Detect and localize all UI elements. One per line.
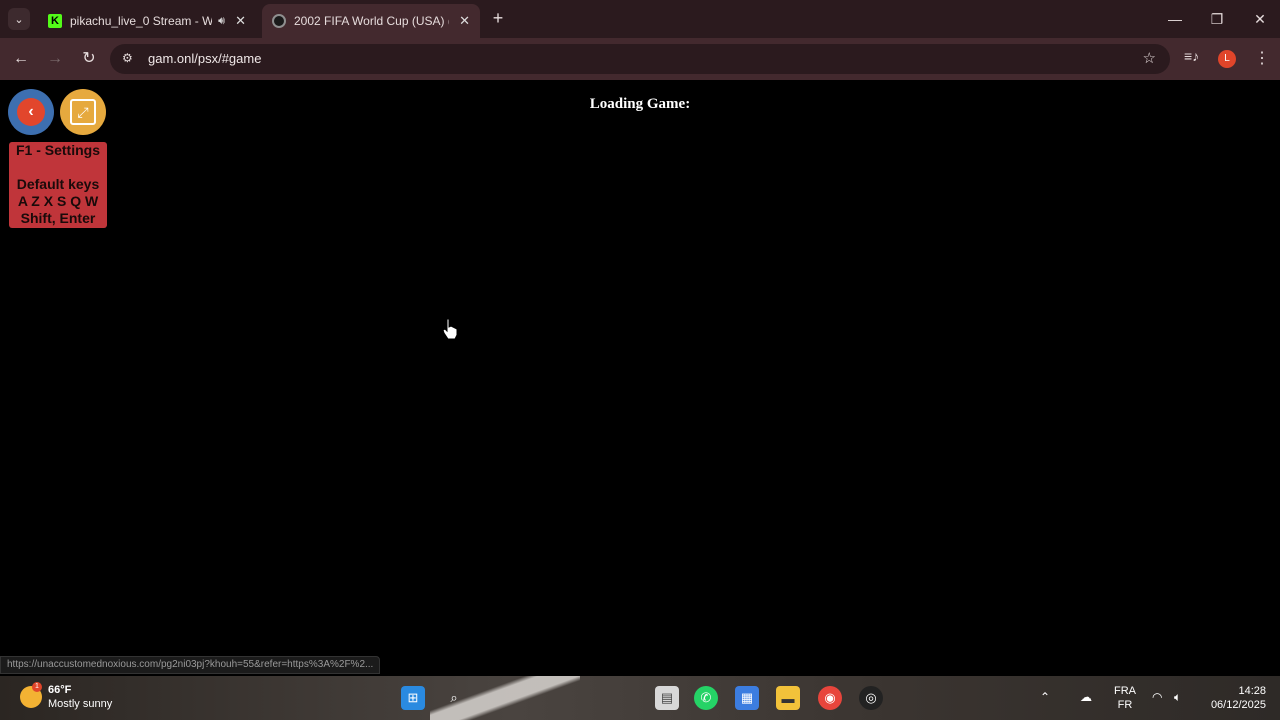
tab-fifa-game[interactable]: 2002 FIFA World Cup (USA) (En ✕	[262, 4, 480, 38]
clock[interactable]: 14:28 06/12/2025	[1204, 684, 1266, 712]
search-icon[interactable]: ⌕	[442, 686, 466, 710]
expand-icon: ⤢	[70, 99, 96, 125]
bookmark-star-icon[interactable]: ☆	[1143, 49, 1156, 67]
close-icon[interactable]: ✕	[459, 13, 470, 29]
hand-cursor-icon	[442, 318, 458, 340]
weather-condition[interactable]: Mostly sunny	[48, 698, 112, 710]
cloud-icon[interactable]: ☁	[1080, 690, 1092, 704]
file-explorer-icon[interactable]: ▬	[776, 686, 800, 710]
chevron-left-icon: ‹	[17, 98, 45, 126]
chevron-up-icon[interactable]: ⌃	[1040, 690, 1050, 704]
back-arrow-icon[interactable]: ←	[9, 48, 33, 70]
language-indicator[interactable]: FRA FR	[1114, 684, 1136, 712]
avatar[interactable]: L	[1218, 50, 1236, 68]
kick-icon: K	[48, 14, 62, 28]
keys-line-1: A Z X S Q W	[17, 193, 99, 209]
url-text[interactable]: gam.onl/psx/#game	[148, 51, 261, 66]
tab-title: pikachu_live_0 Stream - Wa	[70, 14, 213, 28]
game-page: Loading Game: ‹ ⤢ F1 - Settings Default …	[0, 80, 1280, 676]
obs-icon[interactable]: ◎	[859, 686, 883, 710]
close-icon[interactable]: ✕	[235, 13, 246, 29]
chevron-down-icon: ⌄	[14, 13, 24, 26]
back-button[interactable]: ‹	[8, 89, 54, 135]
media-controls-icon[interactable]: ≡♪	[1184, 48, 1204, 70]
browser-toolbar: ← → ↻ ⚙ gam.onl/psx/#game ☆ ≡♪ L ⋮	[0, 38, 1280, 80]
forward-arrow-icon[interactable]: →	[43, 48, 67, 70]
weather-temp[interactable]: 66°F	[48, 684, 71, 696]
time: 14:28	[1238, 685, 1266, 697]
weather-badge: 1	[32, 682, 42, 692]
taskbar: 1 66°F Mostly sunny ⊞ ⌕ ▤ ✆ ▦ ▬ ◉ ◎ ⌃ ☁ …	[0, 676, 1280, 720]
new-tab-button[interactable]: +	[488, 8, 508, 30]
tab-kick-stream[interactable]: K pikachu_live_0 Stream - Wa 🔊︎ ✕	[38, 4, 256, 38]
keys-panel[interactable]: F1 - Settings Default keys A Z X S Q W S…	[9, 142, 107, 228]
tab-bar: ⌄ K pikachu_live_0 Stream - Wa 🔊︎ ✕ 2002…	[0, 0, 1280, 38]
lang-bottom: FR	[1117, 699, 1133, 711]
keys-line-2: Shift, Enter	[20, 210, 96, 226]
reload-icon[interactable]: ↻	[77, 48, 101, 70]
wifi-icon[interactable]: ◠	[1152, 690, 1162, 704]
notes-icon[interactable]: ▤	[655, 686, 679, 710]
fullscreen-button[interactable]: ⤢	[60, 89, 106, 135]
site-settings-icon[interactable]: ⚙	[122, 51, 138, 67]
address-bar[interactable]: ⚙ gam.onl/psx/#game ☆	[110, 44, 1170, 74]
date: 06/12/2025	[1210, 699, 1266, 711]
globe-icon	[272, 14, 286, 28]
windows-start-icon[interactable]: ⊞	[401, 686, 425, 710]
whatsapp-icon[interactable]: ✆	[694, 686, 718, 710]
settings-label: F1 - Settings	[15, 142, 100, 158]
tab-title: 2002 FIFA World Cup (USA) (En	[294, 14, 449, 28]
speaker-icon[interactable]: 🔊︎	[218, 15, 225, 28]
loading-text: Loading Game:	[589, 96, 691, 112]
menu-dots-icon[interactable]: ⋮	[1252, 48, 1272, 70]
minimize-button[interactable]: —	[1160, 8, 1190, 30]
window-close-button[interactable]: ✕	[1245, 8, 1275, 30]
tab-search-button[interactable]: ⌄	[8, 8, 30, 30]
store-icon[interactable]: ▦	[735, 686, 759, 710]
default-keys-title: Default keys	[16, 176, 100, 192]
restore-button[interactable]: ❐	[1202, 8, 1232, 30]
volume-icon[interactable]: 🔈︎	[1174, 690, 1181, 705]
lang-top: FRA	[1114, 685, 1136, 697]
status-bar-url: https://unaccustomednoxious.com/pg2ni03p…	[0, 656, 381, 674]
chrome-icon[interactable]: ◉	[818, 686, 842, 710]
